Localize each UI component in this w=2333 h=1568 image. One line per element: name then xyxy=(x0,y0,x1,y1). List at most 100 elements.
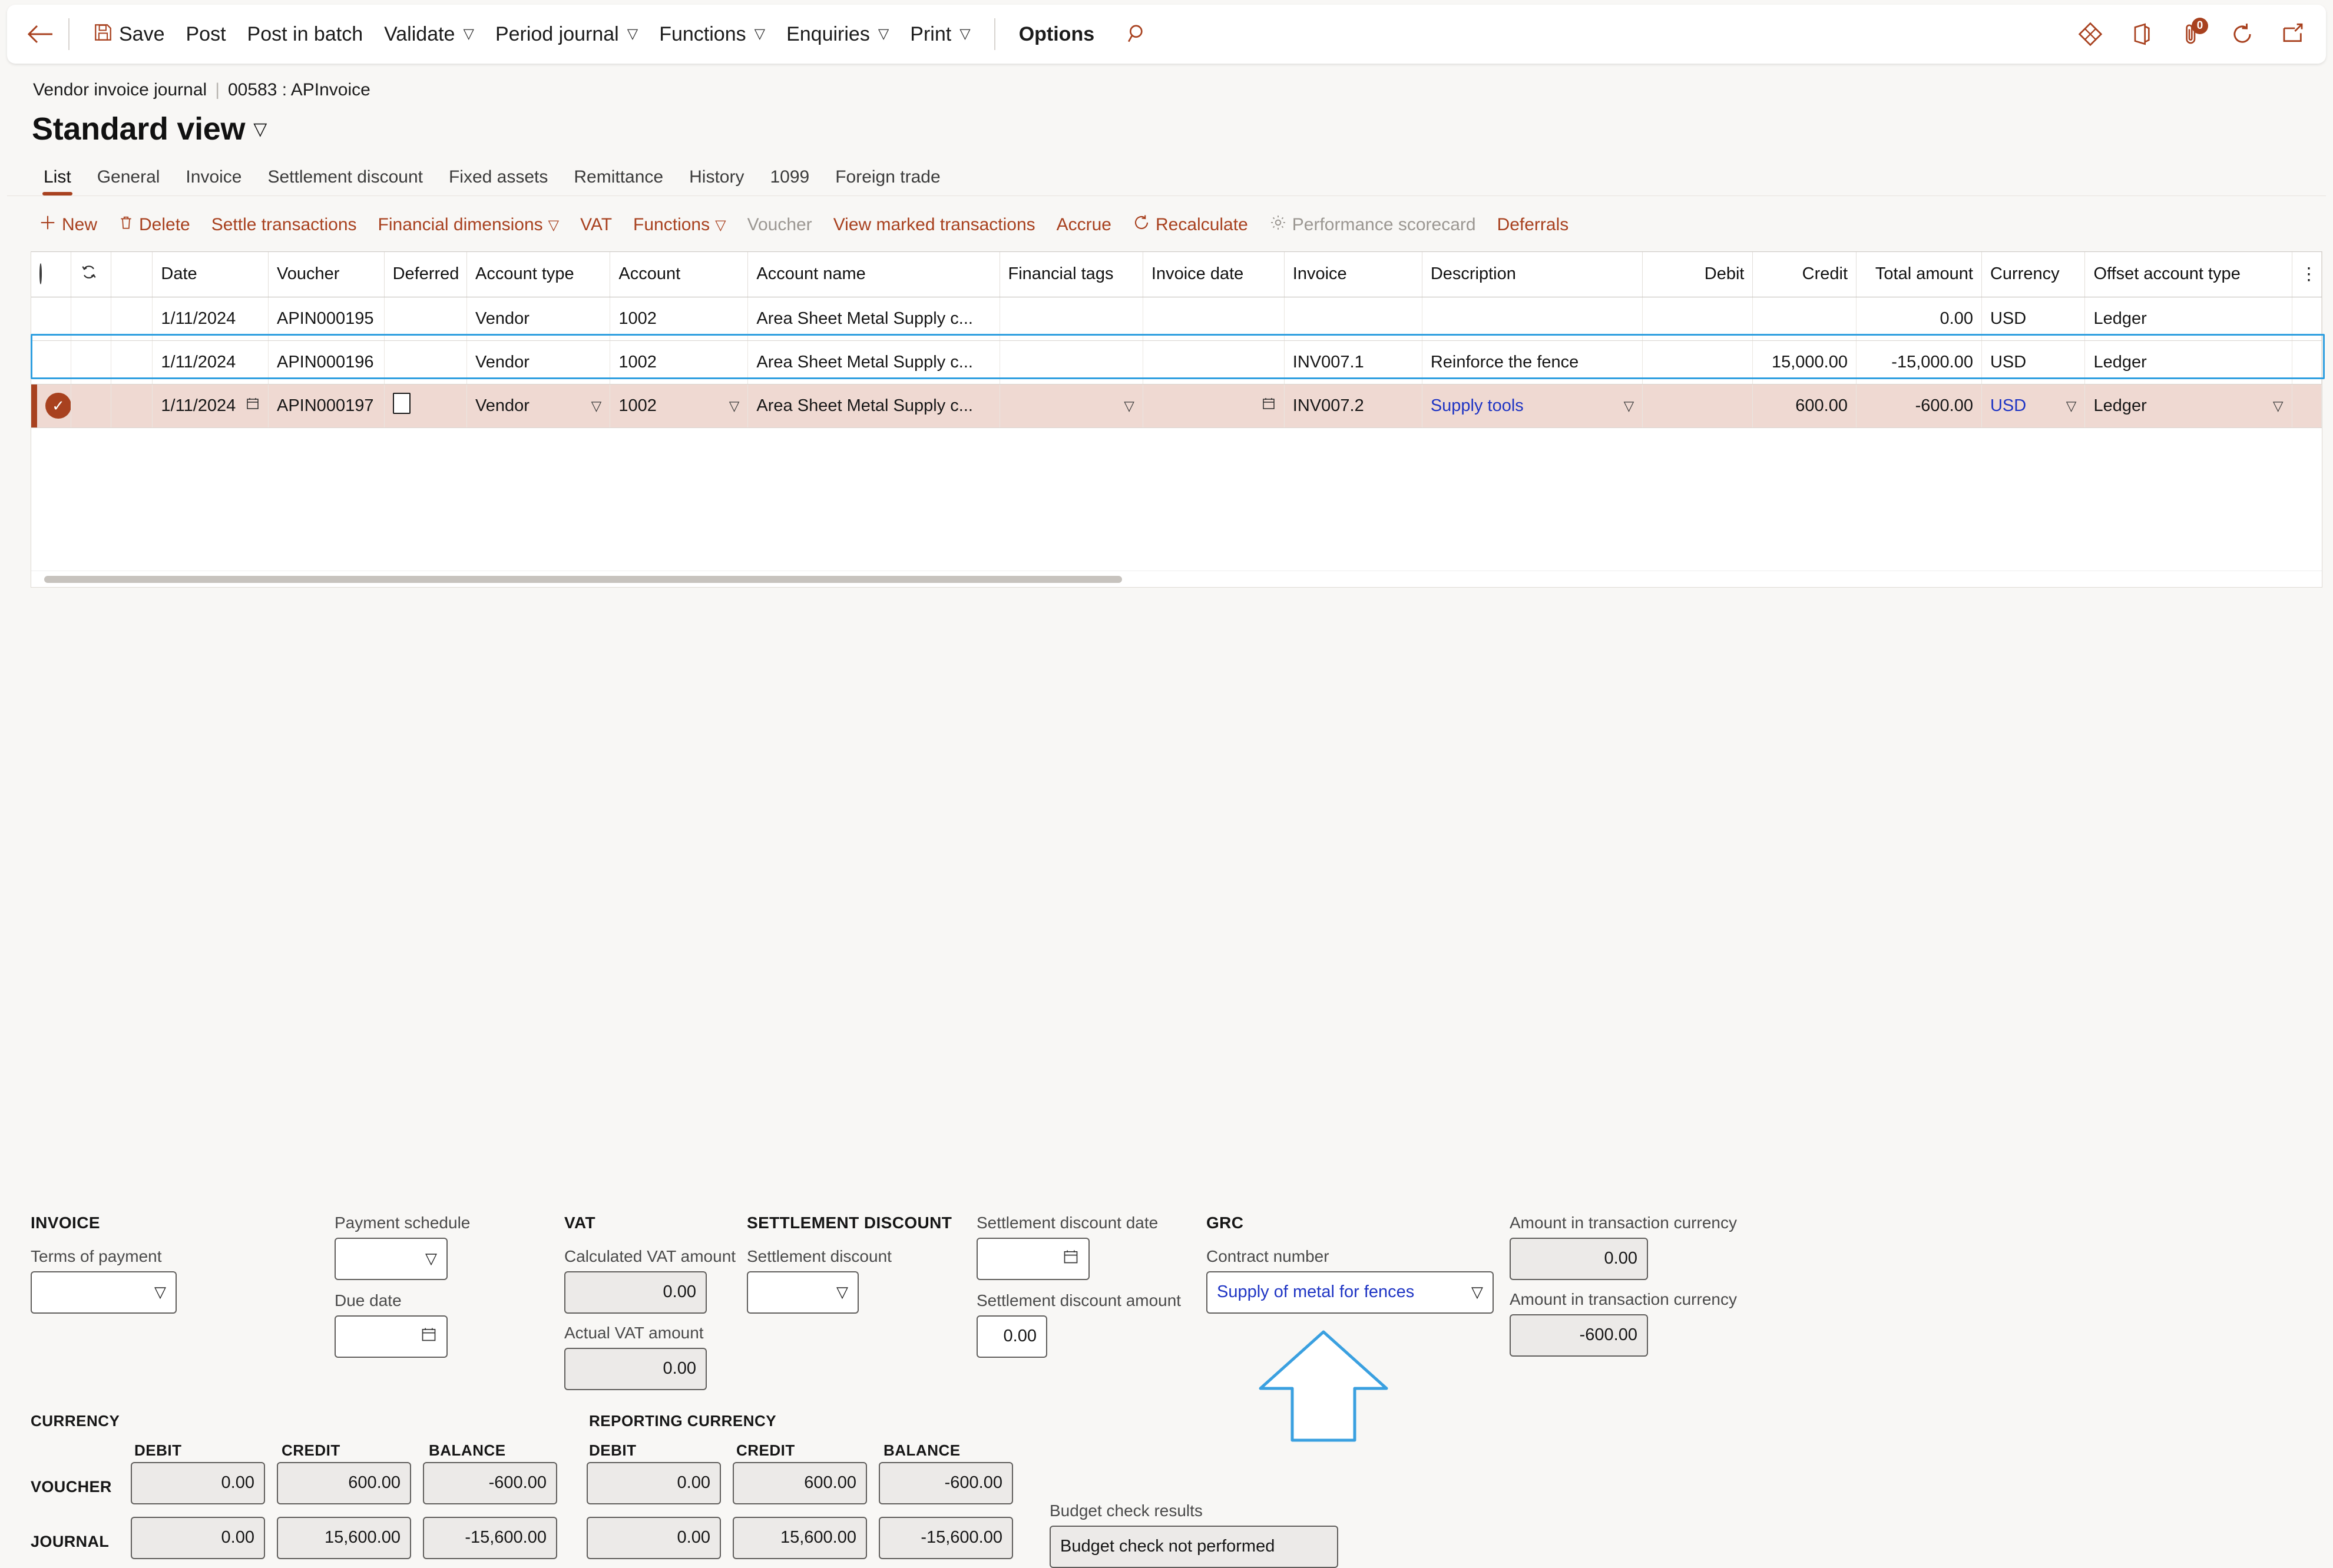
cell-offset-account-type[interactable]: Ledger ▽ xyxy=(2084,384,2292,428)
delete-button[interactable]: Delete xyxy=(108,208,201,242)
calendar-icon[interactable] xyxy=(1063,1248,1079,1270)
grid-header-date[interactable]: Date xyxy=(152,252,269,297)
tab-invoice[interactable]: Invoice xyxy=(173,163,254,195)
back-arrow-icon[interactable] xyxy=(25,19,55,49)
grid-header-refresh[interactable] xyxy=(71,252,112,297)
chevron-down-icon[interactable]: ▽ xyxy=(253,119,267,140)
payment-schedule-input[interactable]: ▽ xyxy=(335,1237,448,1280)
cell-currency[interactable]: USD xyxy=(1981,340,2086,384)
cell-debit[interactable] xyxy=(1642,297,1753,341)
period-journal-menu[interactable]: Period journal ▽ xyxy=(485,16,648,52)
cell-deferred[interactable] xyxy=(384,297,467,341)
row-refresh-icon[interactable] xyxy=(80,265,98,286)
table-row[interactable]: ✓ 1/11/2024 APIN000197 Vendor ▽ 1002 ▽ A… xyxy=(31,384,2322,428)
print-menu[interactable]: Print ▽ xyxy=(899,16,981,52)
settlement-discount-amount-input[interactable]: 0.00 xyxy=(977,1315,1047,1358)
post-button[interactable]: Post xyxy=(176,16,237,52)
vat-button[interactable]: VAT xyxy=(570,209,623,241)
cell-account[interactable]: 1002 ▽ xyxy=(610,384,749,428)
grid-header-account-type[interactable]: Account type xyxy=(466,252,611,297)
settle-transactions-button[interactable]: Settle transactions xyxy=(201,209,368,241)
cell-invoice[interactable] xyxy=(1284,297,1422,341)
grid-header-total-amount[interactable]: Total amount xyxy=(1856,252,1982,297)
cell-description[interactable] xyxy=(1422,297,1643,341)
tab-history[interactable]: History xyxy=(676,163,757,195)
enquiries-menu[interactable]: Enquiries ▽ xyxy=(776,16,899,52)
table-row[interactable]: 1/11/2024 APIN000196 Vendor 1002 Area Sh… xyxy=(31,340,2322,384)
new-button[interactable]: New xyxy=(28,208,108,242)
accrue-button[interactable]: Accrue xyxy=(1046,209,1122,241)
tab-general[interactable]: General xyxy=(84,163,173,195)
row-select-cell[interactable]: ✓ xyxy=(31,384,72,428)
cell-deferred[interactable] xyxy=(384,340,467,384)
grid-header-voucher[interactable]: Voucher xyxy=(268,252,385,297)
grid-header-offset-account-type[interactable]: Offset account type xyxy=(2084,252,2292,297)
cell-credit[interactable]: 15,000.00 xyxy=(1752,340,1857,384)
chevron-down-icon[interactable]: ▽ xyxy=(2273,398,2284,414)
grid-header-currency[interactable]: Currency xyxy=(1981,252,2086,297)
tab-1099[interactable]: 1099 xyxy=(757,163,822,195)
office-app-launcher-icon[interactable] xyxy=(2123,16,2159,52)
terms-of-payment-input[interactable]: ▽ xyxy=(31,1271,177,1314)
chevron-down-icon[interactable]: ▽ xyxy=(1124,398,1134,414)
cell-account-name[interactable]: Area Sheet Metal Supply c... xyxy=(747,384,1000,428)
page-title[interactable]: Standard view ▽ xyxy=(0,100,2333,147)
grid-header-financial-tags[interactable]: Financial tags xyxy=(1000,252,1143,297)
cell-credit[interactable]: 600.00 xyxy=(1752,384,1857,428)
select-all-circle-icon[interactable] xyxy=(39,263,42,285)
cell-description[interactable]: Supply tools ▽ xyxy=(1422,384,1643,428)
grid-header-select[interactable] xyxy=(31,252,72,297)
cell-account-name[interactable]: Area Sheet Metal Supply c... xyxy=(747,297,1000,341)
cell-invoice[interactable]: INV007.2 xyxy=(1284,384,1422,428)
calendar-icon[interactable] xyxy=(1262,396,1276,416)
cell-debit[interactable] xyxy=(1642,340,1753,384)
cell-offset-account-type[interactable]: Ledger xyxy=(2084,297,2292,341)
cell-description[interactable]: Reinforce the fence xyxy=(1422,340,1643,384)
row-select-cell[interactable] xyxy=(31,340,72,384)
breadcrumb-parent[interactable]: Vendor invoice journal xyxy=(33,80,207,100)
cell-date[interactable]: 1/11/2024 xyxy=(152,297,269,341)
tab-foreign-trade[interactable]: Foreign trade xyxy=(822,163,953,195)
cell-total-amount[interactable]: 0.00 xyxy=(1856,297,1982,341)
settlement-discount-input[interactable]: ▽ xyxy=(747,1271,859,1314)
cell-voucher[interactable]: APIN000197 xyxy=(268,384,385,428)
cell-invoice-date[interactable] xyxy=(1143,297,1285,341)
table-row[interactable]: 1/11/2024 APIN000195 Vendor 1002 Area Sh… xyxy=(31,297,2322,341)
settlement-discount-date-input[interactable] xyxy=(977,1237,1090,1280)
cell-invoice-date[interactable] xyxy=(1143,340,1285,384)
options-menu[interactable]: Options xyxy=(1008,16,1105,52)
search-icon[interactable] xyxy=(1120,16,1156,52)
deferred-checkbox[interactable] xyxy=(392,393,411,414)
chevron-down-icon[interactable]: ▽ xyxy=(729,398,740,414)
chevron-down-icon[interactable]: ▽ xyxy=(154,1283,166,1301)
cell-voucher[interactable]: APIN000195 xyxy=(268,297,385,341)
calendar-icon[interactable] xyxy=(421,1325,437,1348)
grid-horizontal-scrollbar[interactable] xyxy=(31,570,2322,587)
recalculate-button[interactable]: Recalculate xyxy=(1122,208,1259,242)
cell-credit[interactable] xyxy=(1752,297,1857,341)
chevron-down-icon[interactable]: ▽ xyxy=(591,398,602,414)
cell-financial-tags[interactable]: ▽ xyxy=(1000,384,1143,428)
cell-deferred[interactable] xyxy=(384,384,467,428)
chevron-down-icon[interactable]: ▽ xyxy=(1624,398,1634,414)
tab-fixed-assets[interactable]: Fixed assets xyxy=(436,163,561,195)
view-marked-transactions-button[interactable]: View marked transactions xyxy=(823,209,1046,241)
cell-total-amount[interactable]: -15,000.00 xyxy=(1856,340,1982,384)
cell-date[interactable]: 1/11/2024 xyxy=(152,384,269,428)
dynamics-logo-icon[interactable] xyxy=(2073,16,2108,52)
tab-list[interactable]: List xyxy=(31,163,84,195)
chevron-down-icon[interactable]: ▽ xyxy=(2066,398,2077,414)
cell-account-type[interactable]: Vendor ▽ xyxy=(466,384,611,428)
grid-header-invoice-date[interactable]: Invoice date xyxy=(1143,252,1285,297)
cell-financial-tags[interactable] xyxy=(1000,340,1143,384)
save-button[interactable]: Save xyxy=(82,14,176,54)
cell-account[interactable]: 1002 xyxy=(610,340,749,384)
financial-dimensions-menu[interactable]: Financial dimensions ▽ xyxy=(368,209,570,241)
contract-number-input[interactable]: Supply of metal for fences ▽ xyxy=(1206,1271,1494,1314)
grid-header-account[interactable]: Account xyxy=(610,252,749,297)
cell-currency[interactable]: USD ▽ xyxy=(1981,384,2086,428)
cell-account-type[interactable]: Vendor xyxy=(466,340,611,384)
functions-menu[interactable]: Functions ▽ xyxy=(648,16,776,52)
cell-offset-account-type[interactable]: Ledger xyxy=(2084,340,2292,384)
attachment-icon[interactable]: 0 xyxy=(2174,16,2209,52)
